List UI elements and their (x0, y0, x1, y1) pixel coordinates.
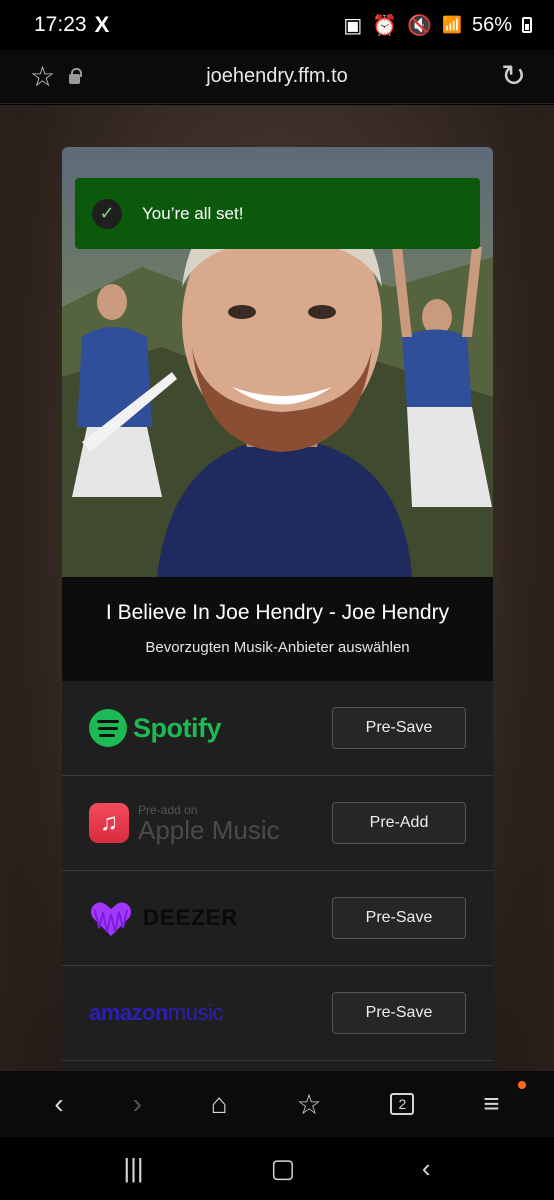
release-title: I Believe In Joe Hendry - Joe Hendry (105, 601, 450, 624)
apple-music-logo: ♫ Pre-add on Apple Music (89, 803, 280, 843)
battery-icon (522, 17, 532, 33)
release-info: I Believe In Joe Hendry - Joe Hendry Bev… (62, 577, 493, 681)
deezer-wordmark: DEEZER (143, 905, 239, 930)
apple-music-preadd-label: Pre-add on (138, 802, 198, 817)
music-wordmark: music (167, 1000, 223, 1025)
tabs-icon[interactable]: 2 (390, 1093, 415, 1115)
browser-bottom-nav: ‹ › ⌂ ☆ 2 ≡ (0, 1071, 554, 1137)
system-nav-bar: ||| ▢ ‹ (0, 1137, 554, 1200)
bookmarks-icon[interactable]: ☆ (296, 1088, 321, 1121)
wifi-icon: 📶 (442, 17, 462, 34)
home-icon[interactable]: ⌂ (211, 1088, 228, 1120)
check-icon: ✓ (92, 198, 122, 229)
status-time: 17:23 (34, 13, 87, 36)
mute-icon: 🔇 (407, 14, 433, 37)
deezer-presave-button[interactable]: Pre-Save (332, 897, 466, 939)
system-back-icon[interactable]: ‹ (422, 1153, 431, 1184)
bookmark-star-icon[interactable]: ☆ (30, 60, 55, 93)
presave-card: ✓ You’re all set! I Believe In Joe Hendr… (62, 147, 493, 1071)
deezer-heart-icon (91, 902, 131, 936)
lock-icon[interactable] (69, 67, 83, 84)
notification-icon: ▣ (343, 14, 363, 37)
home-button-icon[interactable]: ▢ (271, 1153, 296, 1184)
amazon-music-presave-button[interactable]: Pre-Save (332, 992, 466, 1034)
web-page: ✓ You’re all set! I Believe In Joe Hendr… (0, 105, 554, 1071)
service-row-spotify: Spotify Pre-Save (62, 681, 493, 776)
browser-address-bar: ☆ joehendry.ffm.to ↻ (0, 50, 554, 104)
spotify-wordmark: Spotify (133, 712, 222, 743)
amazon-music-logo: amazonmusic (89, 1000, 223, 1026)
service-row-deezer: DEEZER Pre-Save (62, 871, 493, 966)
url-text[interactable]: joehendry.ffm.to (0, 65, 554, 88)
release-subtitle: Bevorzugten Musik-Anbieter auswählen (145, 639, 410, 656)
artist-image: ✓ You’re all set! (62, 147, 493, 577)
deezer-logo: DEEZER (89, 898, 238, 938)
status-icons: ▣ ⏰ 🔇 📶 56% (343, 13, 532, 38)
apple-music-wordmark: Apple Music (138, 814, 280, 845)
forward-icon[interactable]: › (133, 1088, 142, 1120)
music-note-icon: ♫ (89, 803, 129, 843)
menu-icon[interactable]: ≡ (483, 1088, 499, 1120)
service-row-amazon-music: amazonmusic Pre-Save (62, 966, 493, 1061)
spotify-logo: Spotify (89, 709, 222, 747)
service-row-apple-music: ♫ Pre-add on Apple Music Pre-Add (62, 776, 493, 871)
tab-count: 2 (398, 1096, 407, 1112)
menu-notification-dot (518, 1081, 526, 1089)
reload-icon[interactable]: ↻ (501, 59, 526, 94)
amazon-wordmark: amazon (89, 1000, 168, 1025)
toast-message: You’re all set! (142, 203, 244, 223)
battery-percent: 56% (471, 13, 512, 36)
spotify-icon (89, 709, 127, 747)
apple-music-preadd-button[interactable]: Pre-Add (332, 802, 466, 844)
spotify-presave-button[interactable]: Pre-Save (332, 707, 466, 749)
back-icon[interactable]: ‹ (54, 1088, 63, 1120)
x-app-icon: X (94, 12, 110, 37)
status-bar: 17:23 X ▣ ⏰ 🔇 📶 56% (0, 0, 554, 50)
alarm-icon: ⏰ (372, 14, 398, 37)
success-toast: ✓ You’re all set! (75, 178, 480, 249)
recent-apps-icon[interactable]: ||| (123, 1153, 143, 1184)
